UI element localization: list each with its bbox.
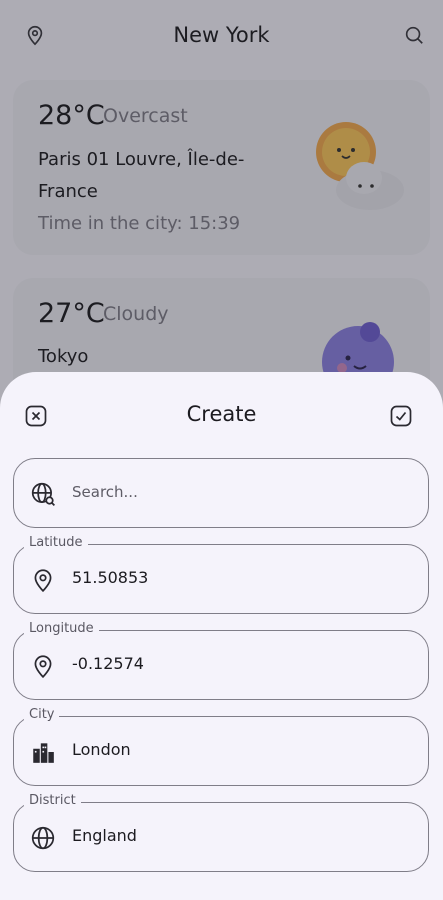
district-value: England xyxy=(72,826,137,845)
district-field[interactable]: England xyxy=(13,802,429,872)
map-pin-icon xyxy=(34,569,52,593)
longitude-field[interactable]: -0.12574 xyxy=(13,630,429,700)
map-pin-icon xyxy=(34,655,52,679)
city-field[interactable]: London xyxy=(13,716,429,786)
latitude-label: Latitude xyxy=(24,535,88,550)
latitude-field[interactable]: 51.50853 xyxy=(13,544,429,614)
city-label: City xyxy=(24,707,60,722)
longitude-label: Longitude xyxy=(24,621,99,636)
sheet-title: Create xyxy=(186,402,257,426)
search-placeholder: Search... xyxy=(72,483,138,501)
latitude-value: 51.50853 xyxy=(72,568,149,587)
globe-search-icon xyxy=(31,482,55,506)
longitude-value: -0.12574 xyxy=(72,654,144,673)
confirm-check-icon xyxy=(390,405,412,427)
globe-icon xyxy=(31,826,55,850)
create-sheet: Create Search... 51.50853 Latitude -0.12… xyxy=(0,372,443,900)
district-label: District xyxy=(24,793,81,808)
city-icon xyxy=(33,743,54,763)
search-field[interactable]: Search... xyxy=(13,458,429,528)
confirm-button[interactable] xyxy=(383,398,419,434)
city-value: London xyxy=(72,740,131,759)
